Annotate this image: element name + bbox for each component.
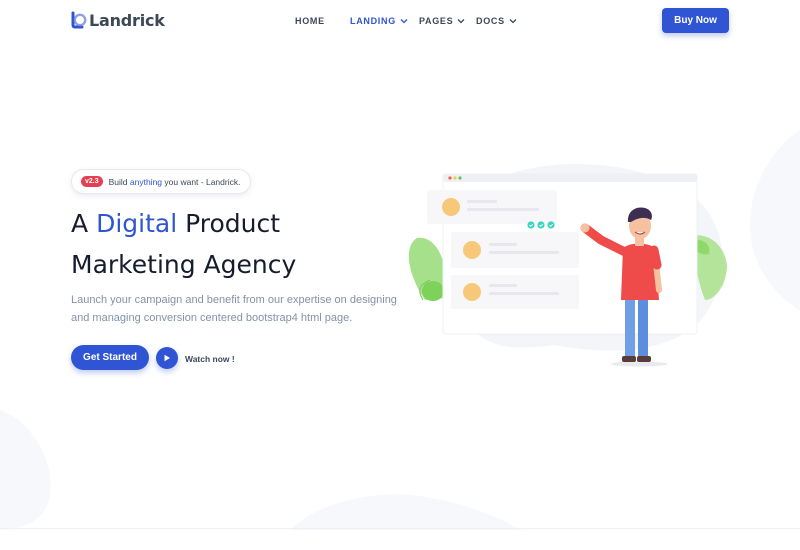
nav-item-landing[interactable]: LANDING: [350, 16, 408, 26]
top-navbar: Landrick HOME LANDING PAGES DOCS Buy Now: [0, 0, 800, 42]
hero-title: A Digital Product Marketing Agency: [71, 203, 391, 285]
hero-illustration: [408, 163, 727, 367]
leaf-left: [408, 237, 446, 301]
hero-title-line1-rest: Product: [177, 209, 281, 238]
nav-home-label: HOME: [295, 16, 325, 26]
nav-landing-text: LANDING: [350, 16, 396, 26]
brand-logo[interactable]: Landrick: [70, 11, 165, 30]
nav-item-home[interactable]: HOME: [295, 16, 325, 26]
announcement-text-before: Build: [108, 176, 130, 187]
chevron-down-icon: [400, 19, 408, 24]
announcement-highlight: anything: [129, 176, 163, 187]
nav-pages-text: PAGES: [419, 16, 454, 26]
announcement-text: Build anything you want - Landrick.: [109, 177, 241, 187]
chevron-down-icon: [457, 19, 465, 24]
nav-landing-label: LANDING: [350, 16, 408, 26]
landrick-logo-icon: [71, 11, 87, 29]
chevron-down-icon: [509, 19, 517, 24]
nav-item-pages[interactable]: PAGES: [419, 16, 465, 26]
nav-pages-label: PAGES: [419, 16, 465, 26]
buy-now-button[interactable]: Buy Now: [662, 8, 729, 33]
section-divider: [0, 528, 800, 529]
background-blob-bottom: [290, 494, 520, 530]
nav-docs-label: DOCS: [476, 16, 517, 26]
watch-now-link[interactable]: Watch now !: [185, 354, 235, 364]
announcement-text-after: you want - Landrick.: [162, 176, 241, 187]
nav-item-docs[interactable]: DOCS: [476, 16, 517, 26]
background-blob-right: [749, 130, 800, 310]
brand-name: Landrick: [89, 11, 165, 30]
hero-title-prefix: A: [71, 209, 97, 238]
play-video-button[interactable]: [156, 347, 178, 369]
background-blob-left: [0, 410, 51, 530]
nav-docs-text: DOCS: [476, 16, 505, 26]
hero-title-accent: Digital: [96, 209, 178, 238]
announcement-pill[interactable]: v2.3 Build anything you want - Landrick.: [71, 169, 251, 194]
play-icon: [164, 354, 170, 362]
hero-description: Launch your campaign and benefit from ou…: [71, 294, 397, 324]
get-started-button[interactable]: Get Started: [71, 345, 149, 370]
hero-title-line2: Marketing Agency: [71, 250, 297, 279]
version-badge: v2.3: [81, 176, 103, 187]
